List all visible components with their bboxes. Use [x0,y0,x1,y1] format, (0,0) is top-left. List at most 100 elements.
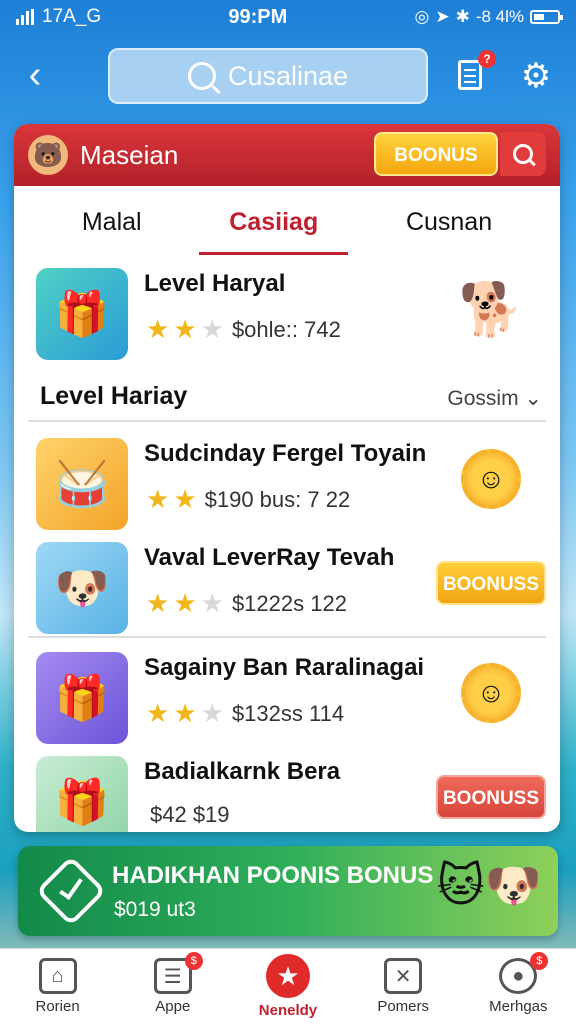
star-icon: ★ [146,588,170,618]
item-right: BOONUSS [436,762,546,832]
item-right: ☺ [436,658,546,728]
tab-bar: Malal Casiiag Cusnan [14,186,560,258]
gear-icon: ⚙ [520,57,552,95]
star-icon: ★ [173,484,197,514]
star-icon: ★ [173,588,197,618]
star-icon: ★ [146,484,170,514]
star-empty-icon: ★ [200,698,224,728]
nav-label: Pomers [377,998,429,1015]
item-meta: ★ ★ $190 bus: 7 22 [146,484,350,515]
nav-label: Neneldy [258,1002,318,1019]
alarm-icon: ◎ [414,7,430,26]
promo-subtitle: $019 ut3 [114,898,196,921]
check-badge-icon [35,855,107,927]
section-title: Level Hariay [40,382,188,410]
sun-medal-icon: ☺ [461,663,521,723]
bonus-button[interactable]: BOONUSS [436,775,546,819]
card-header: 🐻 Maseian BOONUS [14,124,560,186]
nav-item-neneldy[interactable]: ★ Neneldy [238,954,338,1019]
back-button[interactable]: ‹ [18,56,52,96]
tab-casiiag[interactable]: Casiiag [199,190,349,255]
nav-label: Appe [155,998,191,1015]
promo-banner[interactable]: HADIKHAN POONIS BONUS $019 ut3 🐱🐶 [18,846,558,936]
mascots-icon: 🐱🐶 [436,859,542,911]
star-icon: ★ [173,314,197,344]
sun-medal-icon: ☺ [461,449,521,509]
item-meta: ★ ★ ★ $132ss 114 [146,698,344,729]
top-nav: ‹ Cusalinae ? ⚙ [0,46,576,106]
chevron-left-icon: ‹ [28,54,42,96]
nav-item-rorien[interactable]: ⌂ Rorien [8,958,108,1015]
gift-box-icon: 🎁 [36,268,128,360]
card-title: Maseian [80,139,179,170]
nav-label: Merhgas [489,998,548,1015]
search-input[interactable]: Cusalinae [108,48,428,104]
bear-avatar-icon: 🐻 [28,135,68,175]
list-item[interactable]: 🐶 Vaval LeverRay Tevah ★ ★ ★ $1222s 122 … [14,532,560,636]
promo-title: HADIKHAN POONIS BONUS [112,862,434,889]
item-meta-text: $ohle:: 742 [231,316,341,342]
item-title: Sagainy Ban Raralinagai [144,654,425,681]
home-icon: ⌂ [38,958,77,994]
star-icon: ★ [146,314,170,344]
star-empty-icon: ★ [200,314,224,344]
item-meta: $42 $19 [146,802,230,828]
bottom-nav: ⌂ Rorien ☰ $ Appe ★ Neneldy ✕ Pomers ● $… [0,948,576,1024]
gift-coins-icon: 🎁 [36,652,128,744]
signal-icon [16,9,34,25]
item-title: Vaval LeverRay Tevah [144,544,395,571]
item-meta: ★ ★ ★ $1222s 122 [146,588,347,619]
battery-icon [530,10,563,24]
nav-item-pomers[interactable]: ✕ Pomers [353,958,453,1015]
tab-malal[interactable]: Malal [52,190,172,255]
item-meta-text: $1222s 122 [231,590,347,616]
item-meta-text: $190 bus: 7 22 [204,486,351,512]
bluetooth-icon: ✱ [455,7,470,26]
list-item[interactable]: 🎁 Badialkarnk Bera $42 $19 BOONUSS [14,746,560,832]
item-title: Badialkarnk Bera [144,758,341,785]
nav-label: Rorien [35,998,80,1015]
status-bar: 17A_G 99:PM ◎ ➤ ✱ -8 4l% [0,0,576,34]
location-icon: ➤ [435,7,450,26]
item-title: Level Haryal [144,270,286,297]
star-icon: ★ [265,954,310,998]
star-icon: ★ [173,698,197,728]
section-header: Level Hariay Gossim ⌄ [28,370,546,422]
nav-item-merhgas[interactable]: ● $ Merhgas [468,952,568,1015]
treasure-drum-icon: 🥁 [36,438,128,530]
featured-item[interactable]: 🎁 Level Haryal ★ ★ ★ $ohle:: 742 🐕 [14,258,560,370]
main-card: 🐻 Maseian BOONUS Malal Casiiag Cusnan 🎁 … [14,124,560,832]
search-icon [187,62,216,90]
divider [28,636,546,638]
document-icon [458,60,482,90]
sort-dropdown[interactable]: Gossim ⌄ [447,386,542,411]
settings-button[interactable]: ⚙ [520,57,552,95]
item-meta-text: $132ss 114 [231,700,345,726]
header-bonus-button[interactable]: BOONUS [374,132,498,176]
search-icon [513,144,533,164]
nav-item-appe[interactable]: ☰ $ Appe [123,952,223,1015]
star-empty-icon: ★ [200,588,224,618]
gift-coins-icon: 🎁 [36,756,128,832]
status-right: ◎ ➤ ✱ -8 4l% [414,7,563,27]
item-meta-text: $42 $19 [150,802,230,827]
search-placeholder: Cusalinae [227,60,349,91]
status-time: 99:PM [228,5,288,28]
item-meta: ★ ★ ★ $ohle:: 742 [146,314,341,345]
dog-coins-icon: 🐶 [36,542,128,634]
item-right: BOONUSS [436,548,546,618]
dog-mascot-icon: 🐕 [458,280,524,339]
list-item[interactable]: 🎁 Sagainy Ban Raralinagai ★ ★ ★ $132ss 1… [14,642,560,746]
notification-badge: ? [478,50,496,68]
notifications-button[interactable]: ? [458,50,496,92]
list-item[interactable]: 🥁 Sudcinday Fergel Toyain ★ ★ $190 bus: … [14,428,560,532]
bonus-button[interactable]: BOONUSS [436,561,546,605]
item-right: 🐕 [436,274,546,344]
star-icon: ★ [146,698,170,728]
nav-badge: $ [184,952,203,970]
header-search-button[interactable] [500,132,546,176]
item-title: Sudcinday Fergel Toyain [144,440,427,467]
tab-cusnan[interactable]: Cusnan [376,190,522,255]
carrier-label: 17A_G [42,6,102,27]
status-left: 17A_G [16,6,101,28]
